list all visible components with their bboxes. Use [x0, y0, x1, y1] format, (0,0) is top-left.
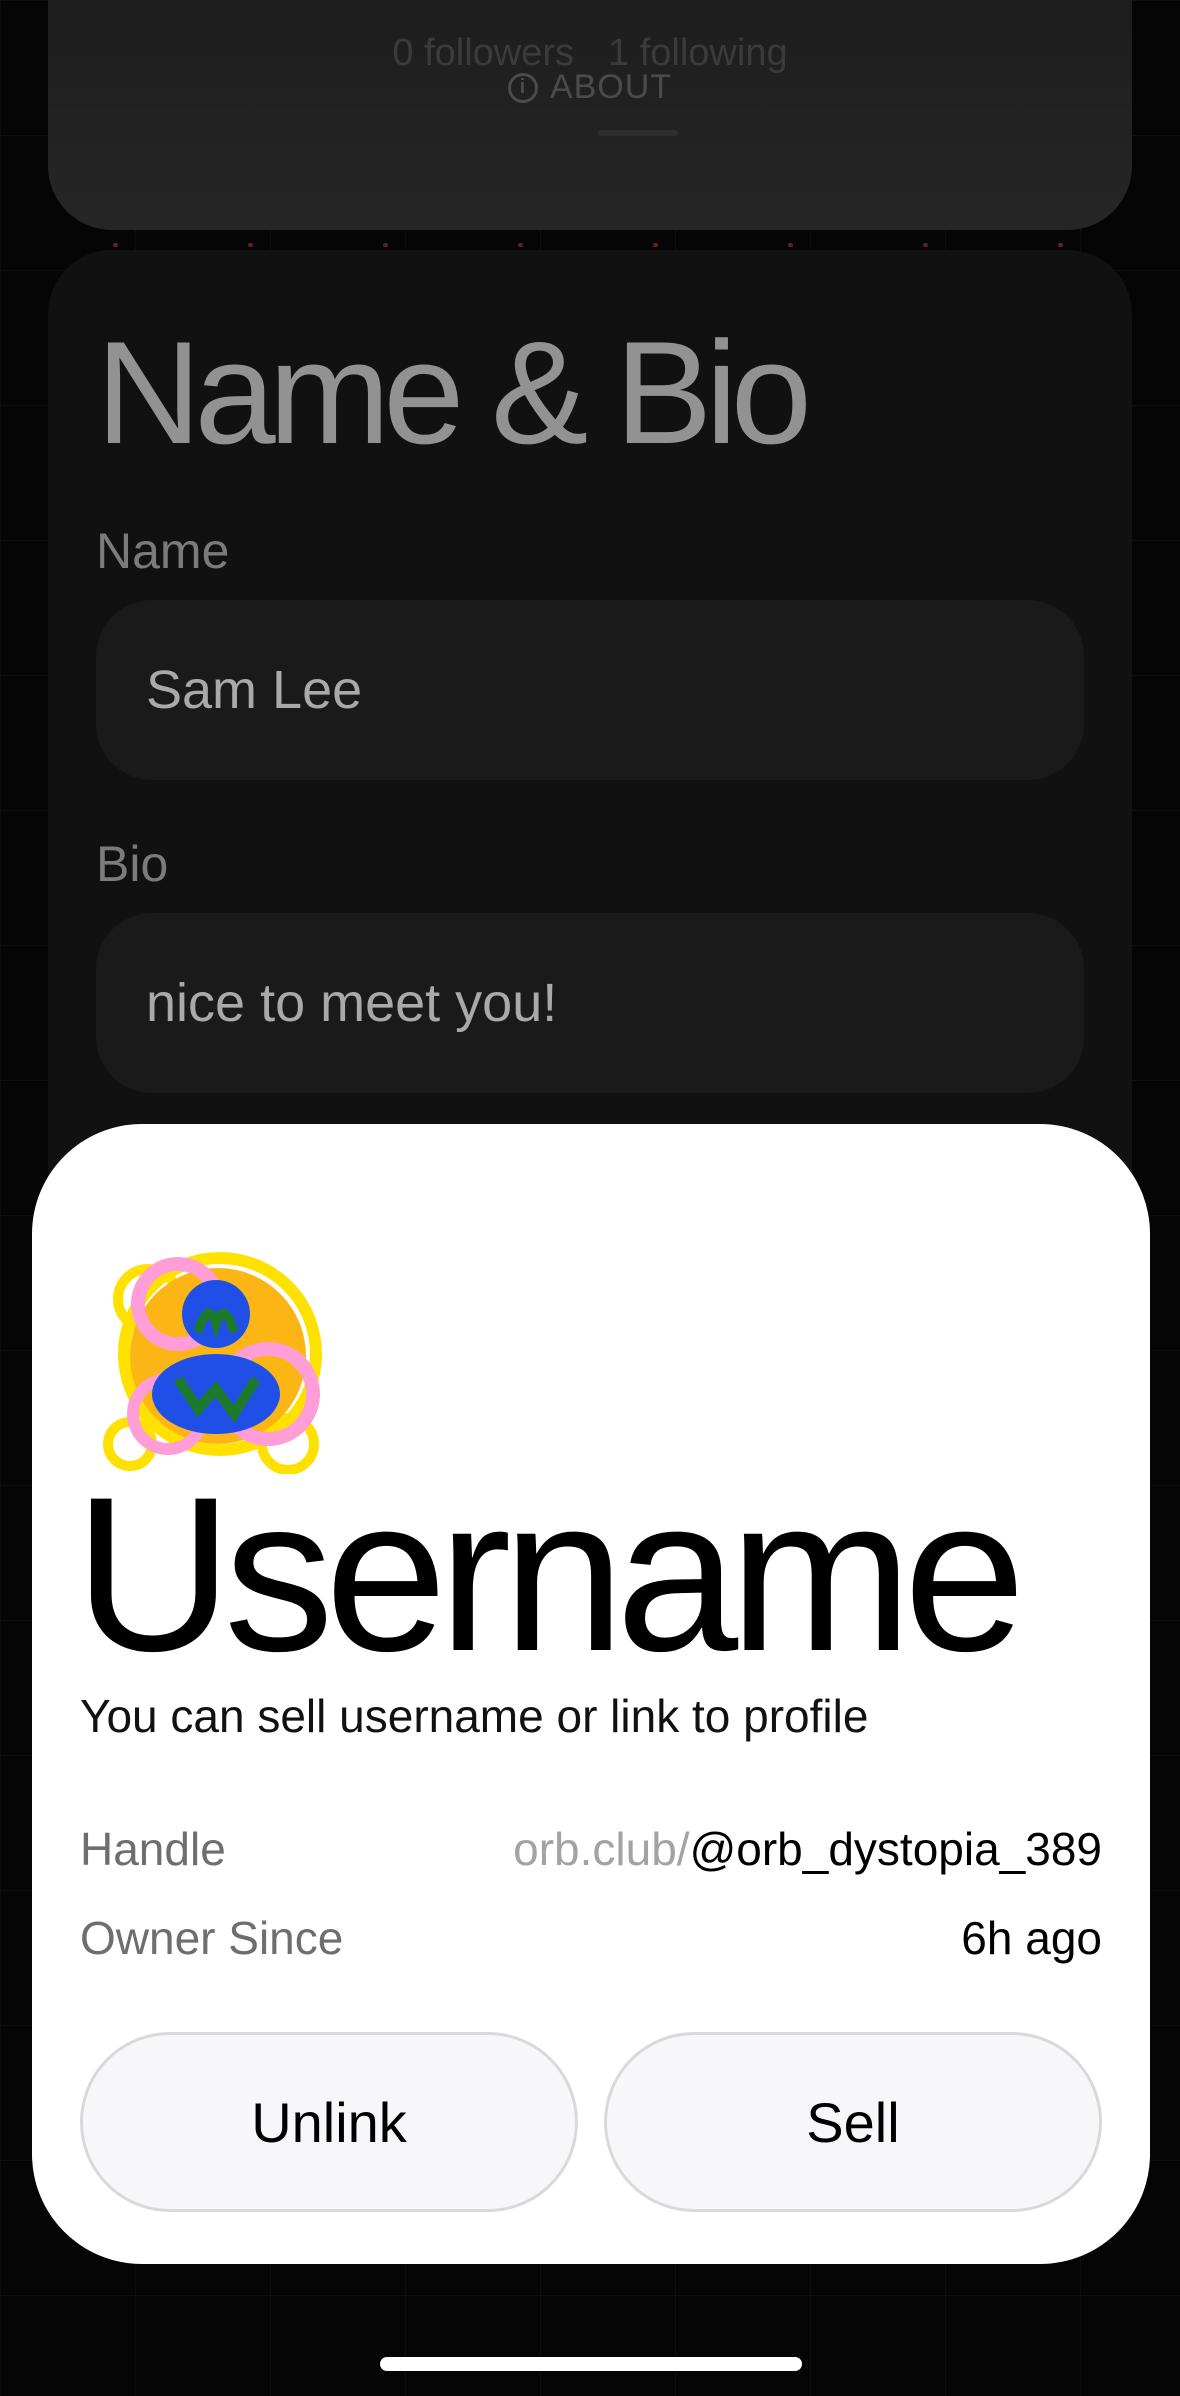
- handle-prefix: orb.club/: [513, 1823, 690, 1875]
- home-indicator[interactable]: [380, 2357, 802, 2371]
- bio-value: nice to meet you!: [146, 973, 558, 1033]
- owner-since-value: 6h ago: [961, 1912, 1102, 1964]
- handle-value[interactable]: orb.club/@orb_dystopia_389: [513, 1822, 1102, 1876]
- name-value: Sam Lee: [146, 660, 363, 720]
- handle-username: @orb_dystopia_389: [689, 1823, 1102, 1875]
- info-icon: i: [507, 72, 538, 103]
- bio-label: Bio: [96, 836, 169, 892]
- name-field[interactable]: Sam Lee: [96, 600, 1084, 780]
- unlink-button[interactable]: Unlink: [80, 2032, 578, 2212]
- username-sheet: Username You can sell username or link t…: [32, 1124, 1150, 2264]
- unlink-label: Unlink: [251, 2090, 407, 2154]
- profile-card: 0 followers 1 following i ABOUT: [48, 0, 1132, 230]
- sell-label: Sell: [806, 2090, 900, 2154]
- sell-button[interactable]: Sell: [604, 2032, 1102, 2212]
- about-tab[interactable]: i ABOUT: [48, 68, 1132, 107]
- sheet-subtitle: You can sell username or link to profile: [80, 1690, 869, 1742]
- about-label: ABOUT: [549, 68, 673, 106]
- name-label: Name: [96, 523, 230, 579]
- tab-indicator: [598, 130, 678, 136]
- owner-since-label: Owner Since: [80, 1912, 344, 1964]
- bio-field[interactable]: nice to meet you!: [96, 913, 1084, 1093]
- avatar-icon: [98, 1244, 338, 1475]
- name-bio-card: Name & Bio Name Sam Lee Bio nice to meet…: [48, 250, 1132, 1250]
- handle-label: Handle: [80, 1823, 226, 1875]
- background-dots: [0, 243, 1180, 247]
- name-bio-title: Name & Bio: [96, 311, 812, 474]
- sheet-title: Username: [74, 1451, 1026, 1697]
